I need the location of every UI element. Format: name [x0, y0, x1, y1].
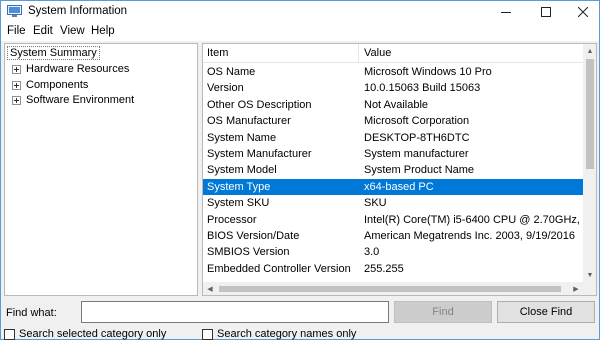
tree-item-hardware-resources[interactable]: Hardware Resources: [12, 62, 129, 76]
tree-item-label: Components: [26, 79, 89, 91]
search-category-names-option[interactable]: Search category names only: [202, 328, 356, 340]
row-value: Microsoft Corporation: [364, 115, 470, 128]
title-bar[interactable]: System Information: [1, 1, 599, 23]
row-value: 3.0: [364, 246, 380, 259]
row-item: System Name: [207, 131, 277, 144]
row-item: SMBIOS Version: [207, 246, 290, 259]
search-selected-category-checkbox[interactable]: [4, 328, 15, 340]
row-value: Microsoft Windows 10 Pro: [364, 66, 492, 78]
scroll-up-icon[interactable]: ▲: [583, 44, 596, 58]
minimize-button[interactable]: [492, 1, 520, 23]
row-item: System Model: [207, 164, 277, 177]
tree-item-software-environment[interactable]: Software Environment: [12, 93, 134, 107]
vertical-scroll-thumb[interactable]: [586, 59, 594, 169]
row-value: 10.0.15063 Build 15063: [364, 82, 481, 95]
row-value: System Product Name: [364, 164, 475, 177]
table-row[interactable]: System Name DESKTOP-8TH6DTC: [203, 130, 583, 146]
category-tree: System Summary Hardware Resources Compon…: [4, 43, 198, 296]
row-item: Other OS Description: [207, 98, 312, 111]
row-item: System Type: [207, 180, 271, 193]
row-item: OS Name: [207, 66, 256, 78]
scroll-down-icon[interactable]: ▼: [583, 268, 596, 282]
tree-item-label: Hardware Resources: [26, 63, 130, 75]
find-what-input[interactable]: [81, 301, 389, 323]
table-row[interactable]: System Model System Product Name: [203, 162, 583, 178]
row-item: System SKU: [207, 197, 270, 210]
system-information-window: System Information File Edit View Help S…: [0, 0, 600, 340]
tree-item-label: Software Environment: [26, 94, 135, 106]
search-category-names-label: Search category names only: [217, 328, 357, 340]
column-header-value[interactable]: Value: [360, 44, 583, 63]
row-item: BIOS Version/Date: [207, 229, 300, 242]
vertical-scrollbar[interactable]: ▲ ▼: [583, 44, 596, 282]
scrollbar-corner: [583, 282, 596, 295]
table-row[interactable]: Processor Intel(R) Core(TM) i5-6400 CPU @…: [203, 212, 583, 228]
table-row[interactable]: OS Manufacturer Microsoft Corporation: [203, 113, 583, 129]
window-title: System Information: [28, 5, 128, 17]
find-what-label: Find what:: [6, 307, 57, 319]
table-row[interactable]: OS Name Microsoft Windows 10 Pro: [203, 64, 583, 80]
row-item: OS Manufacturer: [207, 115, 291, 128]
row-value: SKU: [364, 197, 387, 210]
search-selected-category-option[interactable]: Search selected category only: [4, 328, 166, 340]
close-find-button[interactable]: Close Find: [497, 301, 595, 323]
search-selected-category-label: Search selected category only: [19, 328, 167, 340]
row-item: Processor: [207, 213, 257, 226]
table-row[interactable]: System Manufacturer System manufacturer: [203, 146, 583, 162]
menu-file[interactable]: File: [7, 25, 26, 37]
system-information-app-icon: [7, 5, 22, 18]
table-row[interactable]: BIOS Version/Date American Megatrends Inc…: [203, 228, 583, 244]
menu-view[interactable]: View: [60, 25, 85, 37]
minimize-icon: [501, 12, 511, 13]
row-value: American Megatrends Inc. 2003, 9/19/2016: [364, 229, 575, 242]
row-value: Intel(R) Core(TM) i5-6400 CPU @ 2.70GHz,…: [364, 213, 583, 226]
table-row[interactable]: SMBIOS Version 3.0: [203, 244, 583, 260]
table-row[interactable]: Embedded Controller Version 255.255: [203, 261, 583, 277]
horizontal-scroll-thumb[interactable]: [219, 286, 561, 292]
menu-help[interactable]: Help: [91, 25, 115, 37]
row-item: Version: [207, 82, 244, 95]
table-row[interactable]: System SKU SKU: [203, 195, 583, 211]
row-value: System manufacturer: [364, 147, 469, 160]
column-header-item[interactable]: Item: [203, 44, 359, 63]
row-value: 255.255: [364, 262, 404, 275]
row-value: Not Available: [364, 98, 429, 111]
maximize-icon: [541, 7, 551, 17]
close-button[interactable]: [569, 1, 597, 23]
maximize-button[interactable]: [532, 1, 560, 23]
close-icon: [578, 7, 588, 17]
details-list: Item Value OS Name Microsoft Windows 10 P…: [202, 43, 597, 296]
list-header: Item Value: [203, 44, 583, 63]
expand-icon[interactable]: [12, 64, 21, 74]
horizontal-scrollbar[interactable]: ◀ ▶: [203, 282, 583, 295]
row-value: x64-based PC: [364, 180, 434, 193]
row-item: System Manufacturer: [207, 147, 312, 160]
find-button[interactable]: Find: [394, 301, 492, 323]
table-row[interactable]: Version 10.0.15063 Build 15063: [203, 80, 583, 96]
expand-icon[interactable]: [12, 95, 21, 105]
menu-bar: File Edit View Help: [1, 23, 599, 41]
table-row[interactable]: Other OS Description Not Available: [203, 97, 583, 113]
menu-edit[interactable]: Edit: [33, 25, 53, 37]
row-item: Embedded Controller Version: [207, 262, 351, 275]
expand-icon[interactable]: [12, 80, 21, 90]
scroll-left-icon[interactable]: ◀: [203, 282, 217, 295]
search-category-names-checkbox[interactable]: [202, 328, 213, 340]
tree-item-components[interactable]: Components: [12, 78, 88, 92]
tree-item-system-summary[interactable]: System Summary: [7, 46, 100, 60]
table-row[interactable]: System Type x64-based PC: [203, 178, 583, 196]
list-rows: OS Name Microsoft Windows 10 Pro Version 10…: [203, 64, 583, 277]
row-value: DESKTOP-8TH6DTC: [364, 131, 470, 144]
scroll-right-icon[interactable]: ▶: [569, 282, 583, 295]
